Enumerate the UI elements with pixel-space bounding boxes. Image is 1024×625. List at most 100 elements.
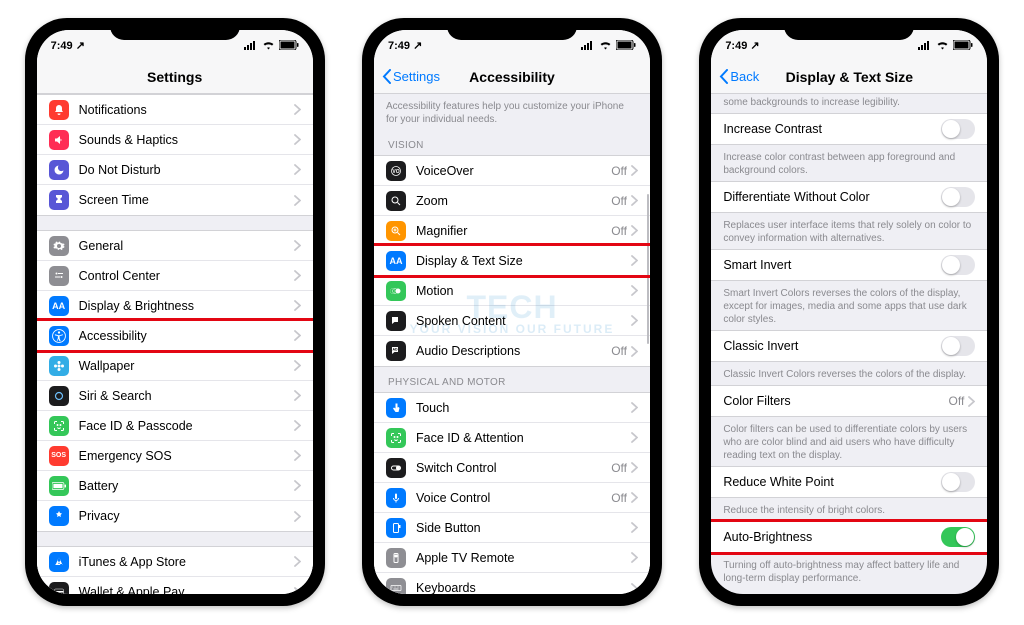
cell-label: Accessibility [79,329,294,343]
notch [784,18,914,40]
cell-siri-search[interactable]: Siri & Search [37,381,313,411]
back-button[interactable]: Back [719,69,759,84]
navbar: Back Display & Text Size [711,60,987,94]
cell-desc: Replaces user interface items that rely … [711,213,987,249]
phone-2: 7:49 ↗ Settings Accessibility Accessibil… [362,18,662,606]
screen-settings: 7:49 ↗ Settings Notifications Sounds & Ha… [37,30,313,594]
page-title: Display & Text Size [786,69,913,85]
cell-label: Privacy [79,509,294,523]
status-time: 7:49 ↗ [388,39,422,52]
content-2[interactable]: Accessibility features help you customiz… [374,94,650,594]
cell-zoom[interactable]: ZoomOff [374,186,650,216]
cell-apple-tv-remote[interactable]: Apple TV Remote [374,543,650,573]
cell-voiceover[interactable]: VO VoiceOverOff [374,156,650,186]
cell-battery[interactable]: Battery [37,471,313,501]
keyboard-icon [386,578,406,594]
speaker-icon [49,130,69,150]
toggle[interactable] [941,119,975,139]
cell-label: Classic Invert [723,339,941,353]
status-time: 7:49 ↗ [51,39,85,52]
cell-label: Differentiate Without Color [723,190,941,204]
side-icon [386,518,406,538]
toggle[interactable] [941,255,975,275]
voice-icon [386,488,406,508]
battery-icon [616,40,636,50]
cell-switch-control[interactable]: Switch ControlOff [374,453,650,483]
cell-general[interactable]: General [37,231,313,261]
toggle[interactable] [941,527,975,547]
wifi-icon [262,41,275,50]
toggle[interactable] [941,336,975,356]
cell-label: Wallpaper [79,359,294,373]
cell-value: Off [611,461,627,475]
cell-wallpaper[interactable]: Wallpaper [37,351,313,381]
cell-label: General [79,239,294,253]
cell-wallet-apple-pay[interactable]: Wallet & Apple Pay [37,577,313,594]
chevron-left-icon [719,69,728,84]
cell-emergency-sos[interactable]: SOSEmergency SOS [37,441,313,471]
cell-sounds-haptics[interactable]: Sounds & Haptics [37,125,313,155]
cell-notifications[interactable]: Notifications [37,95,313,125]
cell-smart-invert[interactable]: Smart Invert [711,250,987,280]
cell-label: Siri & Search [79,389,294,403]
back-button[interactable]: Settings [382,69,440,84]
section-vision: VISION [374,130,650,155]
cell-privacy[interactable]: Privacy [37,501,313,531]
cell-label: Color Filters [723,394,948,408]
cell-auto-brightness[interactable]: Auto-Brightness [711,522,987,552]
cell-value: Off [611,164,627,178]
cell-label: Control Center [79,269,294,283]
cell-label: Notifications [79,103,294,117]
cell-label: VoiceOver [416,164,611,178]
cell-magnifier[interactable]: MagnifierOff [374,216,650,246]
cell-differentiate-without-color[interactable]: Differentiate Without Color [711,182,987,212]
toggle[interactable] [941,187,975,207]
cell-touch[interactable]: Touch [374,393,650,423]
voiceover-icon: VO [386,161,406,181]
cell-keyboards[interactable]: Keyboards [374,573,650,594]
notch [447,18,577,40]
cell-label: Auto-Brightness [723,530,941,544]
cell-value: Off [611,344,627,358]
cell-color-filters[interactable]: Color FiltersOff [711,386,987,416]
access-icon [49,326,69,346]
cell-face-id-passcode[interactable]: Face ID & Passcode [37,411,313,441]
settings-group: General Control Center AADisplay & Brightn… [37,230,313,532]
cell-desc: Classic Invert Colors reverses the color… [711,362,987,385]
cell-audio-descriptions[interactable]: ADAudio DescriptionsOff [374,336,650,366]
cell-spoken-content[interactable]: Spoken Content [374,306,650,336]
cell-voice-control[interactable]: Voice ControlOff [374,483,650,513]
cell-do-not-disturb[interactable]: Do Not Disturb [37,155,313,185]
cell-control-center[interactable]: Control Center [37,261,313,291]
sos-icon: SOS [49,446,69,466]
cell-label: Increase Contrast [723,122,941,136]
signal-icon [918,41,932,50]
cell-value: Off [611,491,627,505]
cell-accessibility[interactable]: Accessibility [37,321,313,351]
toggle[interactable] [941,472,975,492]
cell-motion[interactable]: Motion [374,276,650,306]
cell-increase-contrast[interactable]: Increase Contrast [711,114,987,144]
cell-label: Sounds & Haptics [79,133,294,147]
spoken-icon [386,311,406,331]
content-3[interactable]: some backgrounds to increase legibility.… [711,94,987,594]
setting-group: Reduce White Point [711,466,987,498]
sliders-icon [49,266,69,286]
content-1[interactable]: Notifications Sounds & Haptics Do Not Dist… [37,94,313,594]
battery-icon [953,40,973,50]
cell-classic-invert[interactable]: Classic Invert [711,331,987,361]
cell-desc: Color filters can be used to differentia… [711,417,987,466]
cell-reduce-white-point[interactable]: Reduce White Point [711,467,987,497]
cell-itunes-app-store[interactable]: iTunes & App Store [37,547,313,577]
cell-face-id-attention[interactable]: Face ID & Attention [374,423,650,453]
scrollbar[interactable] [647,194,649,344]
cell-side-button[interactable]: Side Button [374,513,650,543]
wifi-icon [599,41,612,50]
cell-label: iTunes & App Store [79,555,294,569]
cell-display-brightness[interactable]: AADisplay & Brightness [37,291,313,321]
cell-display-text-size[interactable]: AADisplay & Text Size [374,246,650,276]
hand-icon [49,506,69,526]
cell-screen-time[interactable]: Screen Time [37,185,313,215]
battery-icon [279,40,299,50]
navbar: Settings [37,60,313,94]
